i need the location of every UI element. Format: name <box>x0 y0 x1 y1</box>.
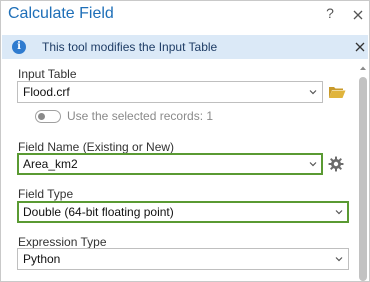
info-message-bar: i This tool modifies the Input Table <box>2 35 368 59</box>
gear-icon[interactable] <box>328 156 344 172</box>
input-table-label: Input Table <box>18 67 77 81</box>
chevron-down-icon <box>335 257 343 262</box>
field-name-label: Field Name (Existing or New) <box>18 140 175 154</box>
title-bar: Calculate Field ? <box>1 1 369 29</box>
geoprocessing-pane: Calculate Field ? i This tool modifies t… <box>0 0 370 282</box>
chevron-down-icon <box>309 90 317 95</box>
use-selected-records-toggle[interactable] <box>35 110 61 123</box>
vertical-scrollbar-thumb[interactable] <box>359 77 367 281</box>
input-table-value: Flood.crf <box>23 85 70 99</box>
field-type-label: Field Type <box>18 187 74 201</box>
field-type-value: Double (64-bit floating point) <box>23 205 174 219</box>
field-name-combobox[interactable]: Area_km2 <box>17 153 323 175</box>
dismiss-message-button[interactable] <box>354 40 366 54</box>
close-icon <box>353 10 363 20</box>
scroll-up-arrow-icon[interactable] <box>358 63 368 73</box>
info-icon: i <box>12 40 26 54</box>
info-message: This tool modifies the Input Table <box>42 40 218 54</box>
help-button[interactable]: ? <box>323 5 337 23</box>
use-selected-records-label: Use the selected records: 1 <box>67 109 214 123</box>
chevron-down-icon <box>335 210 343 215</box>
expression-type-label: Expression Type <box>18 235 107 249</box>
expression-type-value: Python <box>23 252 61 266</box>
close-pane-button[interactable] <box>351 5 365 23</box>
field-type-dropdown[interactable]: Double (64-bit floating point) <box>17 201 349 223</box>
pane-title: Calculate Field <box>8 5 114 22</box>
field-name-value: Area_km2 <box>23 157 78 171</box>
input-table-dropdown[interactable]: Flood.crf <box>17 81 323 103</box>
folder-open-icon[interactable] <box>328 85 346 99</box>
chevron-down-icon <box>309 162 317 167</box>
expression-type-dropdown[interactable]: Python <box>17 248 349 270</box>
close-icon <box>355 42 365 52</box>
toggle-knob <box>38 113 45 120</box>
